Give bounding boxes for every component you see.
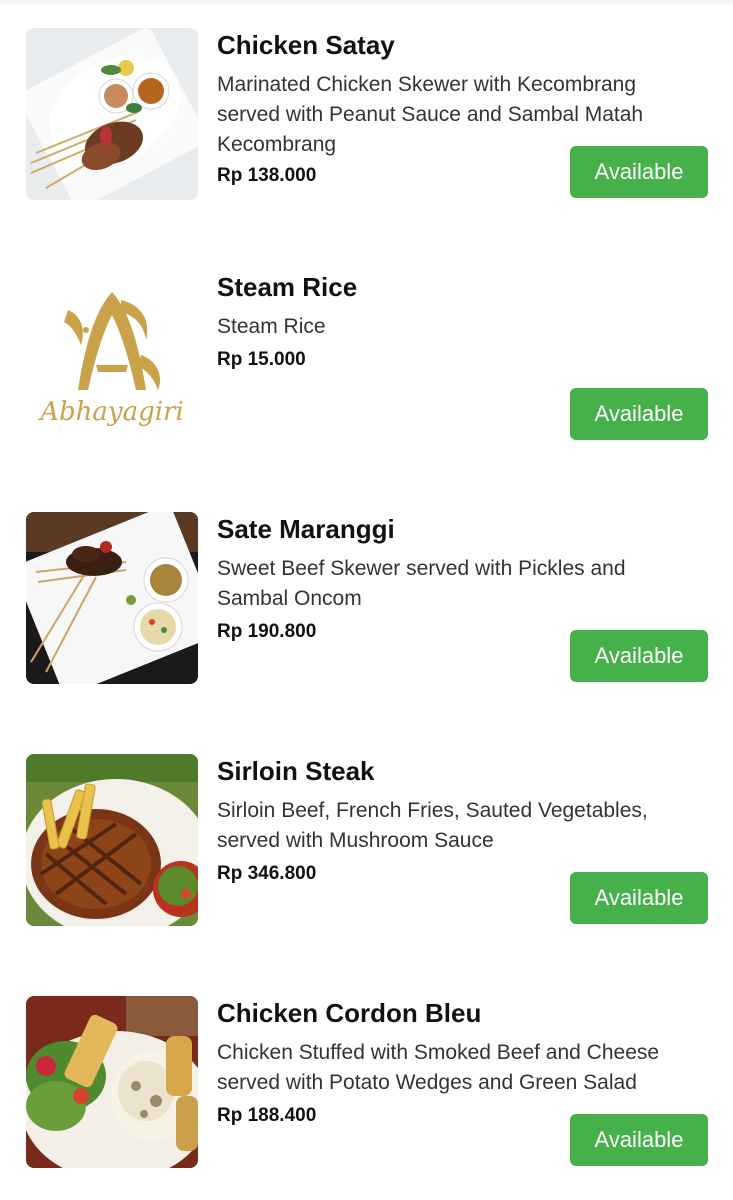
abhayagiri-logo: Abhayagiri — [26, 270, 198, 442]
menu-item-chicken-cordon-bleu[interactable]: Chicken Cordon Bleu Chicken Stuffed with… — [0, 968, 733, 1168]
item-description: Chicken Stuffed with Smoked Beef and Che… — [217, 1041, 660, 1094]
item-price: Rp 346.800 — [217, 863, 317, 884]
available-button[interactable]: Available — [570, 146, 708, 198]
available-button[interactable]: Available — [570, 1114, 708, 1166]
menu-item-steam-rice[interactable]: Abhayagiri Steam Rice Steam Rice Rp 15.0… — [0, 242, 733, 442]
item-description: Sweet Beef Skewer served with Pickles an… — [217, 557, 626, 610]
available-button[interactable]: Available — [570, 872, 708, 924]
item-price: Rp 188.400 — [217, 1105, 317, 1126]
logo-text: Abhayagiri — [38, 397, 184, 427]
item-name: Chicken Cordon Bleu — [217, 998, 482, 1028]
item-price: Rp 15.000 — [217, 349, 306, 370]
item-price: Rp 138.000 — [217, 165, 317, 186]
item-description: Steam Rice — [217, 315, 326, 338]
sate-maranggi-photo[interactable] — [26, 512, 198, 684]
sirloin-steak-photo[interactable] — [26, 754, 198, 926]
item-name: Sate Maranggi — [217, 514, 395, 544]
available-button[interactable]: Available — [570, 388, 708, 440]
item-name: Steam Rice — [217, 272, 358, 302]
chicken-cordon-bleu-photo[interactable] — [26, 996, 198, 1168]
item-price: Rp 190.800 — [217, 621, 317, 642]
item-name: Sirloin Steak — [217, 756, 375, 786]
menu-item-chicken-satay[interactable]: Chicken Satay Marinated Chicken Skewer w… — [0, 0, 733, 200]
item-name: Chicken Satay — [217, 30, 395, 60]
item-description: Sirloin Beef, French Fries, Sauted Veget… — [217, 799, 648, 852]
available-button[interactable]: Available — [570, 630, 708, 682]
menu-item-sate-maranggi[interactable]: Sate Maranggi Sweet Beef Skewer served w… — [0, 484, 733, 684]
chicken-satay-photo[interactable] — [26, 28, 198, 200]
menu-item-sirloin-steak[interactable]: Sirloin Steak Sirloin Beef, French Fries… — [0, 726, 733, 926]
